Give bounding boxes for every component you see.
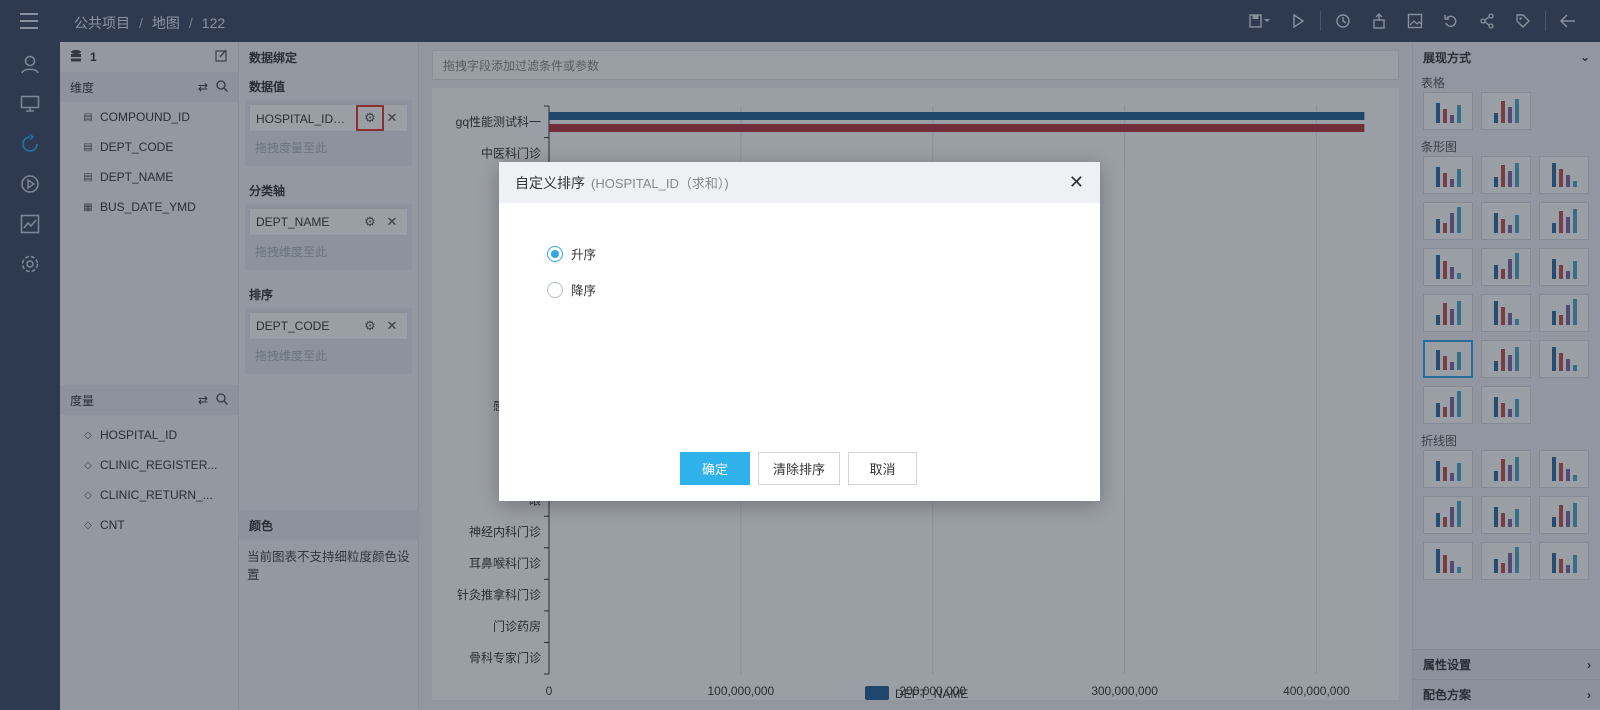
cancel-button[interactable]: 取消 xyxy=(848,452,917,485)
dialog-header: 自定义排序 (HOSPITAL_ID（求和）) ✕ xyxy=(499,162,1100,203)
sort-option-desc[interactable]: 降序 xyxy=(547,280,596,299)
option-label: 升序 xyxy=(571,248,597,262)
dialog-title: 自定义排序 xyxy=(515,174,585,191)
confirm-button[interactable]: 确定 xyxy=(680,452,750,485)
close-icon[interactable]: ✕ xyxy=(1069,172,1084,193)
option-label: 降序 xyxy=(571,284,597,298)
custom-sort-dialog: 自定义排序 (HOSPITAL_ID（求和）) ✕ 升序 降序 确定 清除排序 … xyxy=(499,162,1100,501)
dialog-subtitle: (HOSPITAL_ID（求和）) xyxy=(591,176,729,191)
clear-sort-button[interactable]: 清除排序 xyxy=(758,452,840,485)
radio-desc[interactable] xyxy=(547,281,563,298)
sort-option-asc[interactable]: 升序 xyxy=(547,244,596,263)
radio-asc[interactable] xyxy=(547,245,563,262)
